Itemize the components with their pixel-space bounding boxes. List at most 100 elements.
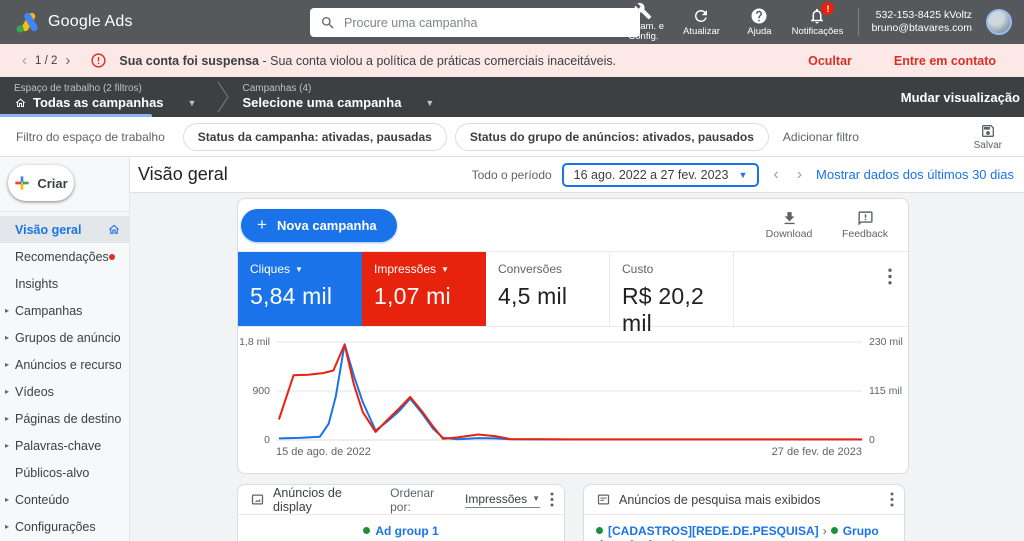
sidebar-item-insights[interactable]: Insights xyxy=(0,270,129,297)
sidebar-item-label: Conteúdo xyxy=(15,493,69,507)
date-range-picker[interactable]: 16 ago. 2022 a 27 fev. 2023 ▼ xyxy=(562,163,760,187)
topbar-action-notificacoes[interactable]: Notificações! xyxy=(788,0,846,44)
card-title: Anúncios de display xyxy=(273,486,382,514)
topbar-action-label: Atualizar xyxy=(683,27,720,38)
metric-cards: Cliques▼ 5,84 mil Impressões▼ 1,07 mi Co… xyxy=(238,251,908,327)
axis-tick: 0 xyxy=(264,435,270,445)
metric-value: 5,84 mil xyxy=(250,283,349,310)
feedback-icon xyxy=(857,210,874,227)
avatar[interactable] xyxy=(986,9,1012,35)
filter-chip-1[interactable]: Status da campanha: ativadas, pausadas xyxy=(183,123,447,151)
create-button[interactable]: Criar xyxy=(8,165,74,201)
google-ads-logo-icon xyxy=(14,11,40,34)
sidebar-item-recomendacoes[interactable]: Recomendações xyxy=(0,243,129,270)
campaigns-label: Campanhas (4) xyxy=(242,83,434,95)
metric-conversoes[interactable]: Conversões 4,5 mil xyxy=(486,252,610,326)
alert-prev-icon[interactable]: ‹ xyxy=(16,52,33,69)
ad-group-link[interactable]: Ad group 1 xyxy=(375,524,438,538)
metric-custo[interactable]: Custo R$ 20,2 mil xyxy=(610,252,734,326)
topbar-action-label: Ferram. e Config. xyxy=(616,22,670,43)
metric-label: Cliques xyxy=(250,262,290,276)
right-axis-ticks: 0115 mil230 mil xyxy=(862,341,908,441)
filter-chips: Status da campanha: ativadas, pausadas St… xyxy=(183,123,769,151)
account-email: bruno@btavares.com xyxy=(871,22,972,35)
sidebar-item-label: Palavras-chave xyxy=(15,439,101,453)
filter-bar-label: Filtro do espaço de trabalho xyxy=(16,130,165,144)
sidebar-item-visao-geral[interactable]: Visão geral xyxy=(0,216,129,243)
overview-content: + Nova campanha Download xyxy=(130,193,1024,541)
account-info[interactable]: 532-153-8425 kVoltz bruno@btavares.com xyxy=(871,9,972,35)
sidebar-item-label: Campanhas xyxy=(15,304,82,318)
topbar-action-label: Relatórios xyxy=(564,27,607,38)
more-options-icon[interactable] xyxy=(888,268,892,285)
sidebar-item-paginas-de-destino[interactable]: ▸Páginas de destino xyxy=(0,405,129,432)
help-icon xyxy=(750,7,768,25)
sidebar-item-palavras-chave[interactable]: ▸Palavras-chave xyxy=(0,432,129,459)
sidebar-item-anuncios-e-recursos[interactable]: ▸Anúncios e recursos xyxy=(0,351,129,378)
display-ads-card: Anúncios de display Ordenar por: Impress… xyxy=(237,484,565,541)
topbar-action-atualizar[interactable]: Atualizar xyxy=(672,0,730,44)
status-enabled-dot xyxy=(831,527,838,534)
campaigns-value: Selecione uma campanha xyxy=(242,95,401,111)
hide-alert-button[interactable]: Ocultar xyxy=(808,54,852,68)
topbar-divider xyxy=(858,8,859,36)
change-view-button[interactable]: Mudar visualização xyxy=(901,90,1024,105)
suspension-alert-bar: ‹ 1 / 2 › Sua conta foi suspensa - Sua c… xyxy=(0,44,1024,77)
sidebar-item-videos[interactable]: ▸Vídeos xyxy=(0,378,129,405)
more-options-icon[interactable] xyxy=(550,492,554,507)
contact-us-button[interactable]: Entre em contato xyxy=(894,54,996,68)
page-title: Visão geral xyxy=(138,164,228,185)
sidebar-item-conteudo[interactable]: ▸Conteúdo xyxy=(0,486,129,513)
more-options-icon[interactable] xyxy=(890,492,894,507)
sidebar-item-publicos-alvo[interactable]: Públicos-alvo xyxy=(0,459,129,486)
left-axis-ticks: 09001,8 mil xyxy=(238,341,276,441)
save-icon xyxy=(980,123,996,139)
save-button[interactable]: Salvar xyxy=(974,123,1008,151)
workspace-selector[interactable]: Espaço de trabalho (2 filtros) Todas as … xyxy=(0,83,196,111)
topbar-action-ferram-e-config[interactable]: Ferram. e Config. xyxy=(614,0,672,44)
sidebar-item-label: Vídeos xyxy=(15,385,54,399)
download-label: Download xyxy=(766,228,813,240)
workspace-filter-bar: Filtro do espaço de trabalho Status da c… xyxy=(0,117,1024,157)
plus-icon: + xyxy=(257,215,267,235)
add-filter-button[interactable]: Adicionar filtro xyxy=(783,130,859,144)
alert-next-icon[interactable]: › xyxy=(59,52,76,69)
sidebar-item-label: Insights xyxy=(15,277,58,291)
metric-impressoes[interactable]: Impressões▼ 1,07 mi xyxy=(362,252,486,326)
topbar-action-ajuda[interactable]: Ajuda xyxy=(730,0,788,44)
plus-multicolor-icon xyxy=(14,175,30,191)
sidebar-item-configuracoes[interactable]: ▸Configurações xyxy=(0,513,129,540)
sort-by-value: Impressões xyxy=(465,492,527,506)
campaign-link[interactable]: [CADASTROS][REDE.DE.PESQUISA] xyxy=(608,524,819,538)
sidebar-item-label: Páginas de destino xyxy=(15,412,121,426)
sidebar-item-grupos-de-anuncios[interactable]: ▸Grupos de anúncios xyxy=(0,324,129,351)
show-last-30-days-link[interactable]: Mostrar dados dos últimos 30 dias xyxy=(816,167,1014,182)
google-ads-logo[interactable]: Google Ads xyxy=(0,11,133,34)
create-button-label: Criar xyxy=(37,176,67,191)
series-impressoes xyxy=(279,345,862,440)
download-button[interactable]: Download xyxy=(760,210,818,240)
breadcrumb-separator-icon xyxy=(216,80,230,114)
feedback-button[interactable]: Feedback xyxy=(836,210,894,240)
expand-arrow-icon: ▸ xyxy=(5,495,15,504)
sidebar-item-label: Recomendações xyxy=(15,250,109,264)
sidebar-item-campanhas[interactable]: ▸Campanhas xyxy=(0,297,129,324)
sort-by-dropdown[interactable]: Impressões▼ xyxy=(465,492,540,508)
app-title: Google Ads xyxy=(48,13,133,31)
status-enabled-dot xyxy=(363,527,370,534)
new-campaign-button[interactable]: + Nova campanha xyxy=(241,209,397,242)
save-label: Salvar xyxy=(974,140,1002,151)
metric-cliques[interactable]: Cliques▼ 5,84 mil xyxy=(238,252,362,326)
recommendations-badge-dot xyxy=(109,254,115,260)
date-prev-icon[interactable]: ‹ xyxy=(769,166,782,184)
home-small-icon xyxy=(14,97,27,109)
display-ads-icon xyxy=(250,492,265,507)
topbar-action-relatorios[interactable]: Relatórios xyxy=(556,0,614,44)
filter-chip-2[interactable]: Status do grupo de anúncios: ativados, p… xyxy=(455,123,769,151)
campaign-selector[interactable]: Campanhas (4) Selecione uma campanha ▼ xyxy=(240,83,434,111)
top-app-bar: Google Ads Procure uma campanha Relatóri… xyxy=(0,0,1024,44)
card-title: Anúncios de pesquisa mais exibidos xyxy=(619,493,821,507)
date-next-icon[interactable]: › xyxy=(793,166,806,184)
search-ads-card: Anúncios de pesquisa mais exibidos [CADA… xyxy=(583,484,905,541)
expand-arrow-icon: ▸ xyxy=(5,387,15,396)
